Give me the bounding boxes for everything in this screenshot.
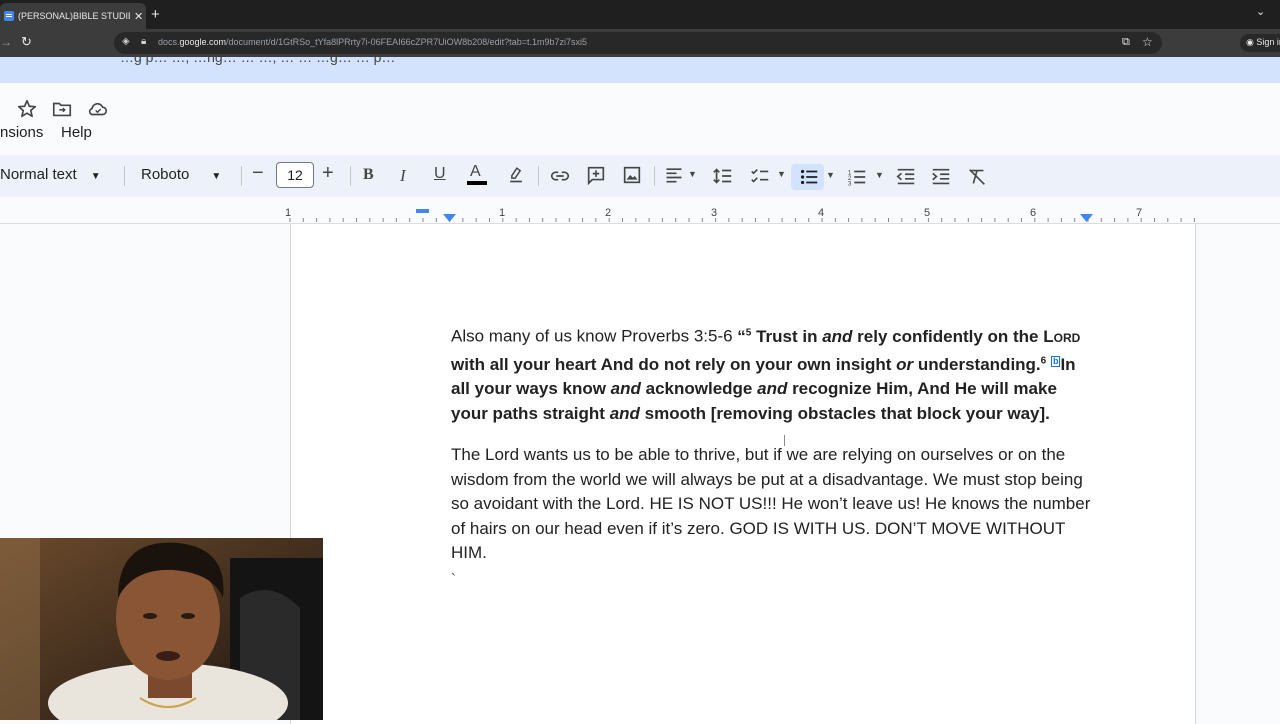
italic-word: and [822, 326, 853, 346]
verse-text: with all your heart And do not rely on y… [451, 354, 897, 374]
checklist-icon[interactable] [749, 165, 771, 187]
webcam-overlay [0, 538, 323, 720]
ruler-label: 6 [1030, 207, 1037, 219]
tab-search-chevron-icon[interactable]: ⌄ [1256, 5, 1265, 18]
italic-word: and [757, 379, 788, 399]
increase-indent-icon[interactable] [930, 166, 952, 188]
italic-word: or [896, 354, 914, 374]
reload-icon[interactable]: ↻ [21, 34, 32, 50]
document-body[interactable]: Also many of us know Proverbs 3:5-6 “5 T… [451, 321, 1096, 583]
underline-icon[interactable]: U [434, 165, 446, 183]
google-docs-icon [4, 11, 14, 21]
lord-small-caps: Lord [1043, 326, 1081, 346]
bold-icon[interactable]: B [363, 166, 374, 184]
toolbar-divider [538, 166, 539, 186]
decrease-font-size-button[interactable]: − [252, 162, 264, 185]
dropdown-arrow-icon[interactable]: ▼ [875, 170, 884, 180]
verse-number: 6 [1040, 355, 1047, 367]
sign-in-button[interactable]: ◉ Sign in [1240, 34, 1280, 52]
formatting-toolbar: Normal text ▼ Roboto ▼ − + B I U A ▼ ▼ [0, 155, 1280, 197]
tab-title: (PERSONAL)BIBLE STUDIES WIT [18, 11, 130, 21]
dropdown-arrow-icon[interactable]: ▼ [688, 169, 697, 179]
text-color-icon[interactable]: A [467, 163, 487, 185]
mouse-text-cursor [784, 435, 785, 446]
close-tab-icon[interactable]: ✕ [134, 10, 143, 23]
browser-tab[interactable]: (PERSONAL)BIBLE STUDIES WIT ✕ [0, 3, 146, 29]
line-spacing-icon[interactable] [712, 165, 734, 187]
toolbar-divider [241, 166, 242, 186]
site-info-icon[interactable]: ◈ [122, 36, 130, 47]
docs-banner: …g p… …, …ng… … …, … … …g… … p… [0, 57, 1280, 83]
verse-text: understanding. [913, 354, 1041, 374]
banner-text: …g p… …, …ng… … …, … … …g… … p… [120, 57, 396, 65]
italic-word: and [610, 379, 641, 399]
document-page[interactable]: Also many of us know Proverbs 3:5-6 “5 T… [290, 224, 1196, 724]
ruler-label: 4 [818, 207, 825, 219]
svg-text:3: 3 [848, 180, 852, 187]
ruler-label: 5 [924, 207, 931, 219]
toolbar-divider [124, 166, 125, 186]
font-select[interactable]: Roboto ▼ [141, 166, 221, 183]
numbered-list-icon[interactable]: 123 [846, 166, 868, 188]
decrease-indent-icon[interactable] [895, 166, 917, 188]
forward-arrow-icon[interactable]: → [0, 35, 12, 49]
dropdown-arrow-icon: ▼ [211, 171, 222, 182]
ruler-label: 1 [285, 207, 292, 219]
font-size-input[interactable]: 12 [276, 162, 314, 188]
verse-text: smooth [removing obstacles that block yo… [639, 403, 1050, 423]
browser-tab-bar: (PERSONAL)BIBLE STUDIES WIT ✕ + ⌄ [0, 0, 1280, 29]
left-indent-marker[interactable] [443, 214, 456, 222]
align-left-icon[interactable] [664, 165, 684, 185]
italic-icon[interactable]: I [400, 166, 406, 186]
paragraph-proverbs[interactable]: Also many of us know Proverbs 3:5-6 “5 T… [451, 321, 1096, 426]
ruler-label: 3 [711, 207, 718, 219]
dropdown-arrow-icon[interactable]: ▼ [777, 169, 786, 179]
toolbar-divider [350, 166, 351, 186]
url-text[interactable]: docs.google.com/document/d/1GtRSo_tYfa8l… [158, 37, 587, 47]
browser-toolbar: → ↻ ◈ 🔒︎ docs.google.com/document/d/1GtR… [0, 29, 1280, 57]
paragraph-style-select[interactable]: Normal text ▼ [0, 166, 101, 183]
ruler-label: 2 [605, 207, 612, 219]
new-tab-button[interactable]: + [151, 6, 160, 23]
right-indent-marker[interactable] [1080, 214, 1093, 222]
insert-link-icon[interactable] [549, 165, 571, 187]
first-line-indent-marker[interactable] [416, 209, 429, 213]
menu-help[interactable]: Help [61, 124, 92, 141]
lock-icon: 🔒︎ [141, 36, 147, 47]
italic-word: and [609, 403, 640, 423]
increase-font-size-button[interactable]: + [322, 162, 334, 185]
insert-image-icon[interactable] [621, 164, 643, 186]
verse-text: rely confidently on the [852, 326, 1044, 346]
docs-header: nsions Help [0, 83, 1280, 153]
add-comment-icon[interactable] [585, 164, 607, 186]
install-app-icon[interactable]: ⧉ [1122, 36, 1130, 49]
paragraph-text: Also many of us know Proverbs 3:5-6 [451, 326, 738, 346]
paragraph-reflection[interactable]: The Lord wants us to be able to thrive, … [451, 443, 1096, 566]
highlight-color-icon[interactable] [506, 164, 526, 184]
cloud-saved-icon[interactable] [87, 98, 109, 120]
bulleted-list-icon[interactable] [798, 166, 820, 188]
dropdown-arrow-icon[interactable]: ▼ [826, 170, 835, 180]
toolbar-divider [654, 166, 655, 186]
move-folder-icon[interactable] [51, 98, 73, 120]
clear-formatting-icon[interactable] [966, 166, 988, 188]
address-bar[interactable]: ◈ 🔒︎ docs.google.com/document/d/1GtRSo_t… [114, 32, 1162, 54]
quote-mark: “ [737, 326, 746, 346]
ruler-label: 7 [1136, 207, 1143, 219]
ruler: 1 1 2 3 4 5 6 7 [0, 205, 1280, 224]
bookmark-star-icon[interactable]: ☆ [1142, 35, 1153, 49]
menu-extensions[interactable]: nsions [0, 124, 43, 141]
paragraph-backtick[interactable]: ` [451, 571, 456, 588]
webcam-person-image [0, 538, 323, 720]
dropdown-arrow-icon: ▼ [90, 171, 101, 182]
verse-text: acknowledge [640, 379, 758, 399]
ruler-label: 1 [499, 207, 506, 219]
star-icon[interactable] [16, 98, 38, 120]
verse-text: Trust in [751, 326, 823, 346]
